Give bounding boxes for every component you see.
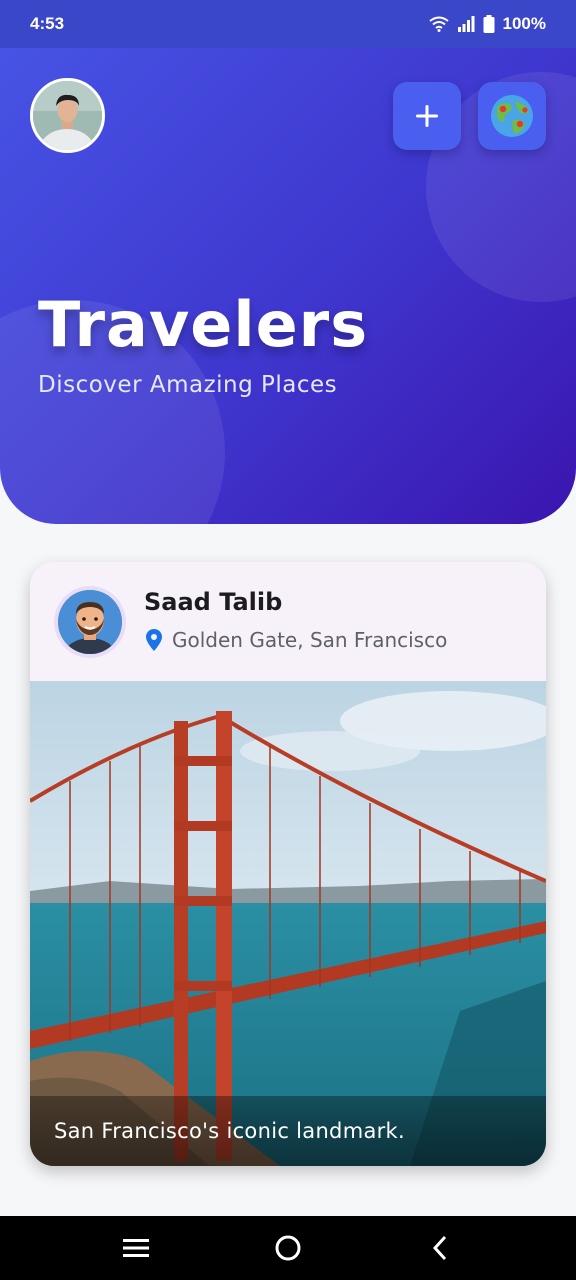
author-name[interactable]: Saad Talib: [144, 588, 282, 616]
back-button[interactable]: [410, 1218, 470, 1278]
post-location[interactable]: Golden Gate, San Francisco: [146, 628, 447, 652]
caption-bar: San Francisco's iconic landmark.: [30, 1096, 546, 1166]
page-title: Travelers: [38, 288, 369, 361]
recents-button[interactable]: [106, 1218, 166, 1278]
status-indicators: 100%: [428, 14, 546, 34]
post-card[interactable]: Saad Talib Golden Gate, San Francisco Sa…: [30, 562, 546, 1166]
add-post-button[interactable]: [393, 82, 461, 150]
location-pin-icon: [146, 629, 162, 651]
profile-avatar[interactable]: [30, 78, 105, 153]
menu-icon: [123, 1239, 149, 1257]
hero-header: Travelers Discover Amazing Places: [0, 0, 576, 524]
status-time: 4:53: [30, 14, 65, 33]
plus-icon: [416, 105, 438, 127]
battery-icon: [483, 15, 495, 33]
globe-map-icon: [491, 95, 533, 137]
golden-gate-photo: [30, 681, 546, 1166]
location-label: Golden Gate, San Francisco: [172, 628, 448, 652]
signal-icon: [457, 16, 475, 32]
post-card-header: Saad Talib Golden Gate, San Francisco: [30, 562, 546, 681]
post-photo[interactable]: San Francisco's iconic landmark.: [30, 681, 546, 1166]
back-chevron-icon: [432, 1235, 447, 1261]
author-avatar-illustration: [58, 590, 122, 654]
wifi-icon: [428, 16, 449, 32]
battery-percent: 100%: [502, 14, 546, 33]
post-caption: San Francisco's iconic landmark.: [54, 1119, 405, 1143]
page-subtitle: Discover Amazing Places: [38, 372, 338, 398]
author-avatar[interactable]: [54, 586, 126, 658]
system-nav-bar: [0, 1216, 576, 1280]
status-bar: 4:53 100%: [0, 0, 576, 48]
avatar-photo: [33, 81, 102, 150]
home-circle-icon: [275, 1235, 301, 1261]
home-button[interactable]: [258, 1218, 318, 1278]
map-button[interactable]: [478, 82, 546, 150]
